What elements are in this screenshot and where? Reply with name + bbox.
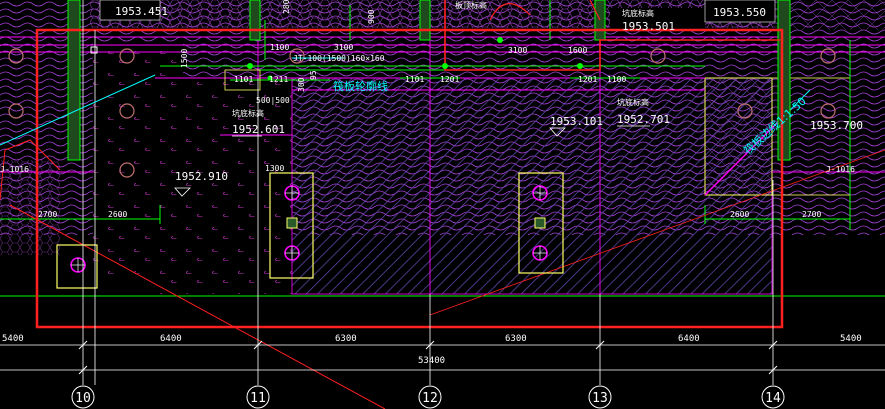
dim-v1500: 1500 bbox=[180, 49, 189, 68]
bottom-dim-6300-a: 6300 bbox=[335, 334, 357, 344]
bottom-dim-6300-b: 6300 bbox=[505, 334, 527, 344]
axis-bubble-10[interactable]: 10 bbox=[71, 385, 95, 409]
bottom-dim-total: 53400 bbox=[418, 356, 445, 366]
raft-outline-label: 筏板轮廓线 bbox=[333, 79, 388, 93]
elevation-1953501: 1953.501 bbox=[622, 20, 675, 33]
dim-v280: 280 bbox=[282, 0, 291, 14]
axis-label-11: 11 bbox=[250, 391, 266, 406]
elevation-1953451: 1953.451 bbox=[115, 5, 168, 18]
dim-1201-b: 1201 bbox=[578, 75, 597, 84]
cad-drawing-canvas[interactable]: ᓚ ᓚ bbox=[0, 0, 885, 409]
dim-v95: 95 bbox=[309, 70, 318, 80]
dim-2600-a: 2600 bbox=[108, 210, 127, 219]
bottom-dim-5400-b: 5400 bbox=[840, 334, 862, 344]
note-plate-tag: JT-100(1500)160×160 bbox=[293, 54, 385, 63]
dim-2700-a: 2700 bbox=[38, 210, 57, 219]
dim-1201-a: 1201 bbox=[440, 75, 459, 84]
axis-bubbles: 10 11 12 13 14 bbox=[71, 385, 785, 409]
elevation-1952601: 1952.601 bbox=[232, 123, 285, 136]
axis-bubble-11[interactable]: 11 bbox=[246, 385, 270, 409]
dim-1211: 1211 bbox=[269, 75, 288, 84]
dim-v900: 900 bbox=[367, 9, 376, 24]
dim-3100-a: 3100 bbox=[334, 43, 353, 52]
dim-500500: 500|500 bbox=[256, 96, 290, 105]
note-top-green: 板顶标高 bbox=[455, 0, 487, 10]
note-raft-label-left: 坑底标高 bbox=[232, 108, 264, 118]
elevation-1952910: 1952.910 bbox=[175, 170, 228, 183]
dim-3100-b: 3100 bbox=[508, 46, 527, 55]
dim-2700-b: 2700 bbox=[802, 210, 821, 219]
dim-2600-b: 2600 bbox=[730, 210, 749, 219]
bottom-dim-5400-a: 5400 bbox=[2, 334, 24, 344]
elevation-1953101: 1953.101 bbox=[550, 115, 603, 128]
note-raft-label-right: 坑底标高 bbox=[617, 97, 649, 107]
dim-v300: 300 bbox=[297, 77, 306, 92]
elevation-1952701: 1952.701 bbox=[617, 113, 670, 126]
note-small-green-left: J-1016 bbox=[0, 165, 29, 174]
raft-hatched-area bbox=[291, 77, 773, 295]
dim-1100-b: 1100 bbox=[607, 75, 626, 84]
dim-1101-b: 1101 bbox=[405, 75, 424, 84]
elevation-1953550: 1953.550 bbox=[713, 6, 766, 19]
axis-label-14: 14 bbox=[765, 391, 781, 406]
note-small-green-right: J-1016 bbox=[826, 165, 855, 174]
dim-1101-a: 1101 bbox=[234, 75, 253, 84]
dim-1300: 1300 bbox=[265, 164, 284, 173]
bottom-dim-6400-b: 6400 bbox=[678, 334, 700, 344]
note-top-right: 坑底标高 bbox=[622, 8, 654, 18]
axis-label-13: 13 bbox=[592, 391, 608, 406]
elevation-1953700: 1953.700 bbox=[810, 119, 863, 132]
dim-1600: 1600 bbox=[568, 46, 587, 55]
bottom-dim-6400-a: 6400 bbox=[160, 334, 182, 344]
axis-label-10: 10 bbox=[75, 391, 91, 406]
axis-bubble-12[interactable]: 12 bbox=[418, 385, 442, 409]
dim-1100-a: 1100 bbox=[270, 43, 289, 52]
axis-bubble-13[interactable]: 13 bbox=[588, 385, 612, 409]
axis-bubble-14[interactable]: 14 bbox=[761, 385, 785, 409]
axis-label-12: 12 bbox=[422, 391, 438, 406]
